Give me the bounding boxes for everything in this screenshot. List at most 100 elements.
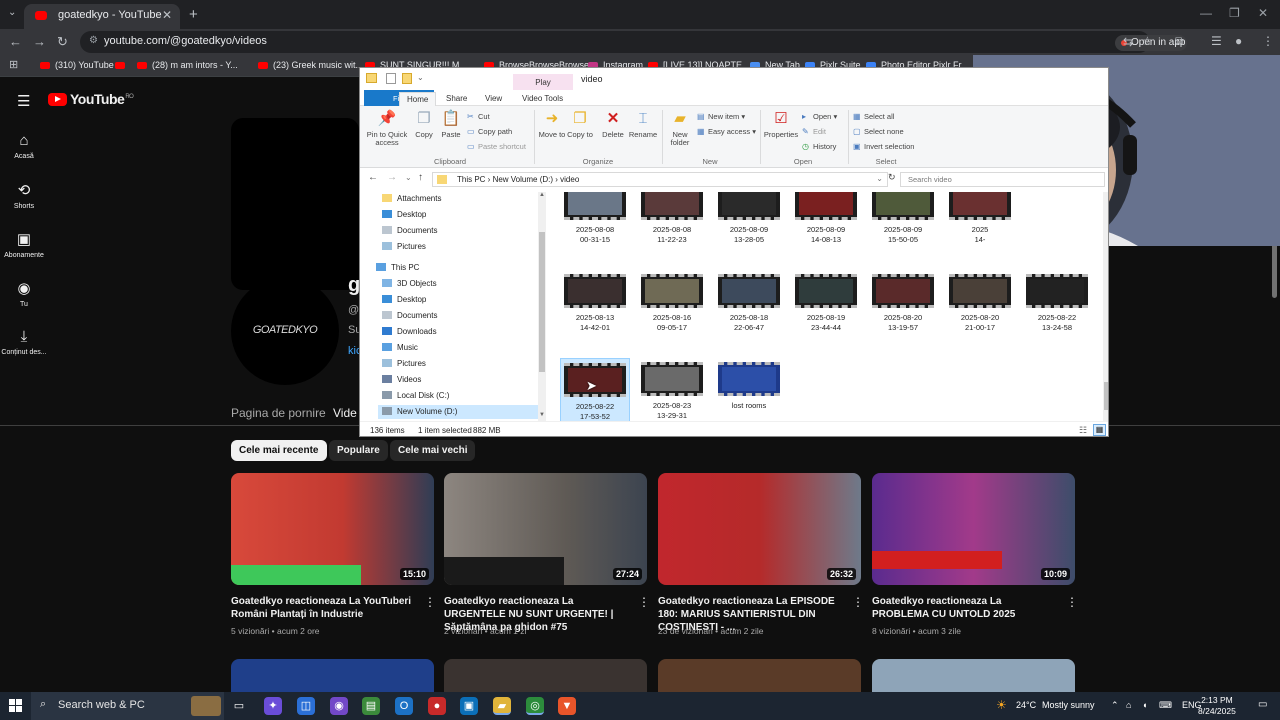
scroll-down-icon[interactable]: ▼	[539, 412, 545, 418]
tab-view[interactable]: View	[478, 92, 509, 105]
nav-item[interactable]: 3D Objects	[382, 279, 437, 288]
nav-item[interactable]: Documents	[382, 226, 437, 235]
apps-icon[interactable]: ⊞	[9, 58, 18, 71]
video-file[interactable]: 2025 14-	[945, 192, 1015, 245]
chat-icon[interactable]: ◉	[330, 697, 348, 715]
sidebar-item-you[interactable]: ◉ Tu	[0, 279, 48, 308]
video-file[interactable]: 2025-08-09 14-08-13	[791, 192, 861, 245]
forward-icon[interactable]: →	[33, 34, 46, 49]
video-thumbnail[interactable]: 27:24	[444, 473, 647, 585]
nav-item[interactable]: Attachments	[382, 194, 441, 203]
reload-icon[interactable]: ↻	[57, 34, 68, 50]
refresh-icon[interactable]: ↻	[888, 172, 896, 183]
video-file[interactable]: 2025-08-08 11-22-23	[637, 192, 707, 245]
large-icons-view-icon[interactable]: ▦	[1093, 424, 1106, 436]
bookmark-youtube-icon[interactable]	[115, 60, 130, 70]
video-file[interactable]: 2025-08-09 13-28-05	[714, 192, 784, 245]
bookmark-star-icon[interactable]: ☆	[1142, 34, 1153, 48]
recent-dropdown-icon[interactable]: ⌄	[405, 173, 412, 182]
tab-video-tools[interactable]: Video Tools	[515, 92, 570, 105]
breadcrumb-this-pc[interactable]: This PC	[457, 175, 485, 184]
tab-share[interactable]: Share	[439, 92, 474, 105]
breadcrumb-folder[interactable]: video	[560, 175, 579, 184]
calculator-icon[interactable]: ▤	[362, 697, 380, 715]
brave-icon[interactable]: ▼	[558, 697, 576, 715]
details-view-icon[interactable]: ☷	[1079, 425, 1087, 436]
video-thumbnail[interactable]	[872, 659, 1075, 692]
windows-start-icon[interactable]	[9, 699, 22, 712]
paste-shortcut-button[interactable]: ▭ Paste shortcut	[467, 142, 526, 151]
nav-item[interactable]: Desktop	[382, 295, 426, 304]
widgets-icon[interactable]: ◫	[297, 697, 315, 715]
video-title[interactable]: Goatedkyo reactioneaza La PROBLEMA CU UN…	[872, 595, 1057, 621]
video-thumbnail[interactable]	[444, 659, 647, 692]
sidebar-item-downloads[interactable]: ⤓ Conținut des...	[0, 328, 48, 356]
file-list-scrollbar[interactable]	[1103, 192, 1108, 421]
sidebar-item-subscriptions[interactable]: ▣ Abonamente	[0, 230, 48, 259]
rename-button[interactable]: ⌶ Rename	[627, 110, 659, 139]
new-item-button[interactable]: ▤ New item ▾	[697, 112, 745, 121]
video-file[interactable]: 2025-08-13 14-42-01	[560, 274, 630, 333]
scroll-up-icon[interactable]: ▲	[539, 192, 545, 198]
breadcrumb-drive[interactable]: New Volume (D:)	[493, 175, 553, 184]
nav-item-selected[interactable]: New Volume (D:)	[378, 405, 538, 419]
up-icon[interactable]: ↑	[418, 172, 423, 183]
tab-close-icon[interactable]: ✕	[162, 8, 172, 22]
video-file[interactable]: 2025-08-18 22-06-47	[714, 274, 784, 333]
tray-chevron-icon[interactable]: ⌃	[1111, 700, 1119, 711]
video-file[interactable]: lost rooms	[714, 362, 784, 411]
tab-videos[interactable]: Vide	[333, 406, 357, 420]
new-folder-icon[interactable]	[402, 73, 412, 84]
task-view-icon[interactable]: ▭	[230, 697, 248, 715]
copy-to-button[interactable]: ❐ Copy to	[566, 110, 594, 139]
properties-icon[interactable]	[386, 73, 396, 84]
video-more-icon[interactable]: ⋮	[424, 595, 436, 609]
copy-button[interactable]: ❐ Copy	[412, 110, 436, 139]
chip-oldest[interactable]: Cele mai vechi	[390, 440, 476, 461]
address-dropdown-icon[interactable]: ⌄	[876, 174, 883, 183]
back-icon[interactable]: ←	[9, 34, 22, 49]
bookmark-2[interactable]: (23) Greek music wit...	[258, 60, 363, 70]
new-folder-button[interactable]: ▰ New folder	[665, 110, 695, 147]
browser-tab[interactable]: goatedkyo - YouTube ✕	[24, 4, 180, 29]
translate-icon[interactable]: ⇆	[1123, 35, 1133, 49]
video-file[interactable]: 2025-08-20 13-19-57	[868, 274, 938, 333]
keyboard-icon[interactable]: ⌨	[1159, 700, 1172, 711]
weather-icon[interactable]: ☀	[996, 698, 1007, 712]
nav-item[interactable]: Documents	[382, 311, 437, 320]
video-file[interactable]: 2025-08-19 23-44-44	[791, 274, 861, 333]
forward-icon[interactable]: →	[387, 172, 397, 183]
outlook-icon[interactable]: O	[395, 697, 413, 715]
chip-popular[interactable]: Populare	[329, 440, 388, 461]
chrome-taskbar-icon[interactable]: ◎	[526, 697, 544, 715]
video-title[interactable]: Goatedkyo reactioneaza La YouTuberi Româ…	[231, 595, 416, 621]
edit-button[interactable]: ✎ Edit	[802, 127, 826, 136]
move-to-button[interactable]: ➜ Move to	[538, 110, 566, 139]
pin-quick-access-button[interactable]: 📌 Pin to Quick access	[364, 110, 410, 147]
notifications-icon[interactable]: ▭	[1258, 699, 1267, 710]
menu-icon[interactable]: ⋮	[1262, 34, 1274, 48]
nav-item[interactable]: Downloads	[382, 327, 437, 336]
video-file[interactable]: 2025-08-09 15-50-05	[868, 192, 938, 245]
video-file[interactable]: 2025-08-20 21-00-17	[945, 274, 1015, 333]
weather-temp[interactable]: 24°C	[1016, 700, 1036, 710]
scroll-thumb[interactable]	[1104, 382, 1108, 410]
clock[interactable]: 2:13 PM 8/24/2025	[1198, 695, 1236, 717]
nav-item[interactable]: Music	[382, 343, 418, 352]
open-button[interactable]: ▸ Open ▾	[802, 112, 837, 121]
play-tab[interactable]: Play	[513, 74, 573, 90]
video-thumbnail[interactable]: 15:10	[231, 473, 434, 585]
reading-list-icon[interactable]: ☰	[1211, 34, 1222, 48]
video-more-icon[interactable]: ⋮	[852, 595, 864, 609]
chip-newest[interactable]: Cele mai recente	[231, 440, 327, 461]
bookmark-0[interactable]: (310) YouTube	[40, 60, 114, 70]
sidebar-item-home[interactable]: ⌂ Acasă	[0, 132, 48, 160]
minimize-icon[interactable]: —	[1200, 6, 1212, 20]
new-tab-button[interactable]: +	[189, 6, 198, 23]
delete-button[interactable]: ✕ Delete	[598, 110, 628, 139]
video-thumbnail[interactable]: 26:32	[658, 473, 861, 585]
menu-hamburger-icon[interactable]: ☰	[17, 92, 30, 110]
qat-dropdown-icon[interactable]: ⌄	[417, 73, 424, 82]
scroll-thumb[interactable]	[539, 232, 545, 372]
video-file[interactable]: 2025-08-22 13-24-58	[1022, 274, 1092, 333]
